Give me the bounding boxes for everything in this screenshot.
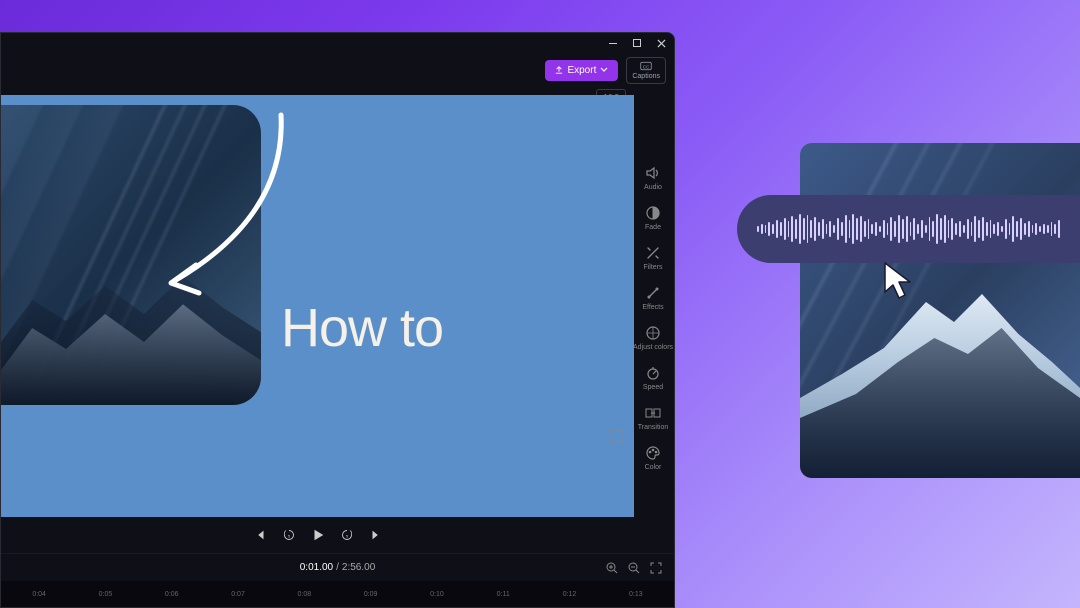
zoom-out-icon[interactable] xyxy=(628,562,640,574)
filters-tool[interactable]: Filters xyxy=(643,245,662,271)
tool-label: Adjust colors xyxy=(633,344,673,351)
svg-text:CC: CC xyxy=(643,64,650,69)
window-minimize-button[interactable] xyxy=(608,38,618,48)
cursor-icon xyxy=(880,260,920,302)
play-icon[interactable] xyxy=(311,528,325,542)
speed-tool[interactable]: Speed xyxy=(643,365,663,391)
tool-label: Effects xyxy=(642,304,663,311)
canvas-overlay-text: How to xyxy=(281,297,443,359)
fade-icon xyxy=(645,205,661,221)
speed-icon xyxy=(645,365,661,381)
captions-icon: CC xyxy=(640,61,652,71)
export-label: Export xyxy=(567,65,596,76)
timeline-tick: 0:08 xyxy=(272,591,336,598)
fullscreen-button[interactable] xyxy=(610,429,624,443)
timeline-tick: 0:04 xyxy=(7,591,71,598)
zoom-fit-icon[interactable] xyxy=(650,562,662,574)
waveform-icon xyxy=(757,212,1060,246)
svg-text:5: 5 xyxy=(287,534,289,538)
timeline-tick: 0:05 xyxy=(73,591,137,598)
captions-button[interactable]: CC Captions xyxy=(626,57,666,84)
export-button[interactable]: Export xyxy=(545,60,618,81)
skip-start-icon[interactable] xyxy=(253,528,267,542)
adjust-colors-tool[interactable]: Adjust colors xyxy=(633,325,673,351)
audio-waveform-pill[interactable] xyxy=(737,195,1080,263)
zoom-in-icon[interactable] xyxy=(606,562,618,574)
color-icon xyxy=(645,445,661,461)
tool-label: Audio xyxy=(644,184,662,191)
main-area: How to 5 5 Audio Fade xyxy=(1,87,674,553)
effects-icon xyxy=(645,285,661,301)
secondary-preview-image xyxy=(800,143,1080,478)
upload-icon xyxy=(555,66,563,74)
svg-text:5: 5 xyxy=(345,534,347,538)
fade-tool[interactable]: Fade xyxy=(645,205,661,231)
timeline-ruler[interactable]: 0:04 0:05 0:06 0:07 0:08 0:09 0:10 0:11 … xyxy=(1,581,674,607)
tool-label: Filters xyxy=(643,264,662,271)
tool-label: Fade xyxy=(645,224,661,231)
transition-icon xyxy=(645,405,661,421)
titlebar xyxy=(1,33,674,53)
top-toolbar: Export CC Captions xyxy=(1,53,674,87)
total-time: 2:56.00 xyxy=(342,562,375,573)
captions-label: Captions xyxy=(632,73,660,80)
speaker-icon xyxy=(645,165,661,181)
adjust-colors-icon xyxy=(645,325,661,341)
timeline-tick: 0:06 xyxy=(140,591,204,598)
timeline-tick: 0:09 xyxy=(338,591,402,598)
tool-label: Speed xyxy=(643,384,663,391)
preview-canvas[interactable]: How to xyxy=(1,95,634,517)
playback-controls: 5 5 xyxy=(1,517,634,553)
arrow-annotation xyxy=(141,105,321,305)
time-display-bar: 0:01.00 / 2:56.00 xyxy=(1,553,674,581)
current-time: 0:01.00 xyxy=(300,562,333,573)
window-maximize-button[interactable] xyxy=(632,38,642,48)
side-toolbar: Audio Fade Filters Effects Adjust colors… xyxy=(632,157,674,479)
zoom-controls xyxy=(606,562,662,574)
timeline-tick: 0:11 xyxy=(471,591,535,598)
forward-5-icon[interactable]: 5 xyxy=(341,529,353,541)
filters-icon xyxy=(645,245,661,261)
transition-tool[interactable]: Transition xyxy=(638,405,668,431)
window-close-button[interactable] xyxy=(656,38,666,48)
skip-end-icon[interactable] xyxy=(369,528,383,542)
color-tool[interactable]: Color xyxy=(645,445,662,471)
tool-label: Color xyxy=(645,464,662,471)
effects-tool[interactable]: Effects xyxy=(642,285,663,311)
rewind-5-icon[interactable]: 5 xyxy=(283,529,295,541)
timeline-tick: 0:12 xyxy=(537,591,601,598)
time-separator: / xyxy=(336,562,339,573)
tool-label: Transition xyxy=(638,424,668,431)
timeline-tick: 0:13 xyxy=(604,591,668,598)
preview-panel: How to 5 5 xyxy=(1,87,674,553)
audio-tool[interactable]: Audio xyxy=(644,165,662,191)
timeline-tick: 0:10 xyxy=(405,591,469,598)
video-editor-window: Export CC Captions 16:9 How to 5 xyxy=(0,32,675,608)
chevron-down-icon xyxy=(600,66,608,74)
timeline-tick: 0:07 xyxy=(206,591,270,598)
